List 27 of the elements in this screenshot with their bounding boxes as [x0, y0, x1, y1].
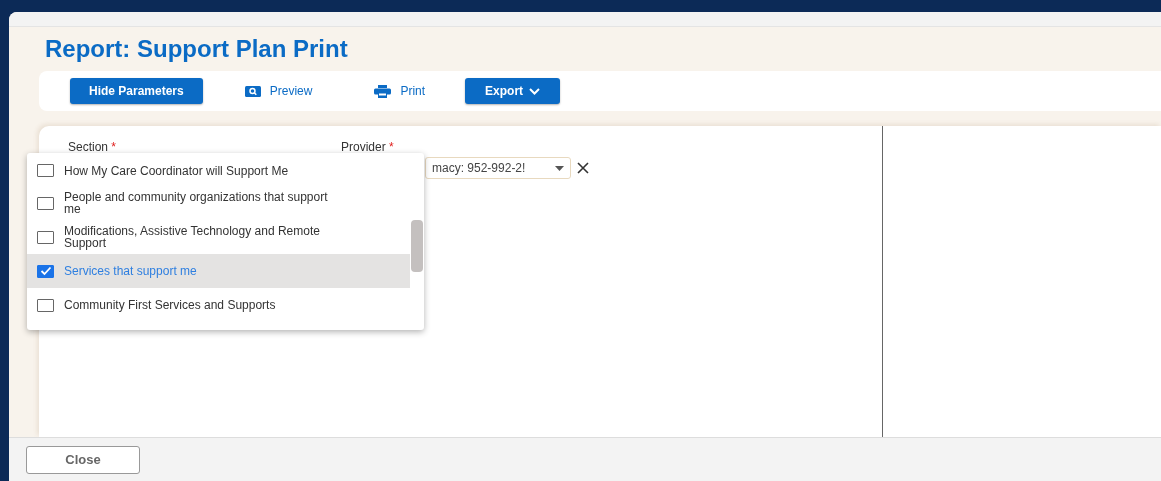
close-button[interactable]: Close	[26, 445, 140, 474]
checkbox[interactable]	[37, 298, 54, 312]
dropdown-option[interactable]: How My Care Coordinator will Support Me	[27, 155, 410, 186]
field-label: Provider *	[341, 140, 395, 154]
provider-select[interactable]: macy: 952-992-2!	[425, 157, 571, 179]
export-button[interactable]: Export	[465, 78, 561, 104]
checkbox[interactable]	[37, 264, 54, 278]
clear-icon[interactable]	[577, 162, 589, 174]
hide-parameters-button[interactable]: Hide Parameters	[70, 78, 203, 104]
checkbox[interactable]	[37, 164, 54, 177]
printer-icon	[374, 84, 392, 98]
dropdown-option[interactable]: Community First Services and Supports	[27, 288, 410, 322]
checkbox[interactable]	[37, 230, 54, 244]
checkbox[interactable]	[37, 196, 54, 210]
required-asterisk: *	[111, 140, 117, 154]
report-title: Report: Support Plan Print	[45, 35, 349, 63]
preview-icon	[244, 85, 261, 97]
dropdown-arrow-icon	[555, 165, 564, 171]
print-button[interactable]: Print	[364, 78, 436, 104]
dropdown-option[interactable]: Services that support me	[27, 254, 410, 288]
field-label: Section *	[68, 140, 118, 154]
preview-button[interactable]: Preview	[234, 78, 323, 104]
chevron-down-icon	[529, 87, 541, 95]
required-asterisk: *	[389, 140, 394, 154]
dropdown-option[interactable]: Modifications, Assistive Technology and Remote Support	[27, 220, 410, 254]
dropdown-option[interactable]: People and community organizations that support me	[27, 186, 410, 220]
scrollbar-thumb[interactable]	[411, 220, 423, 272]
